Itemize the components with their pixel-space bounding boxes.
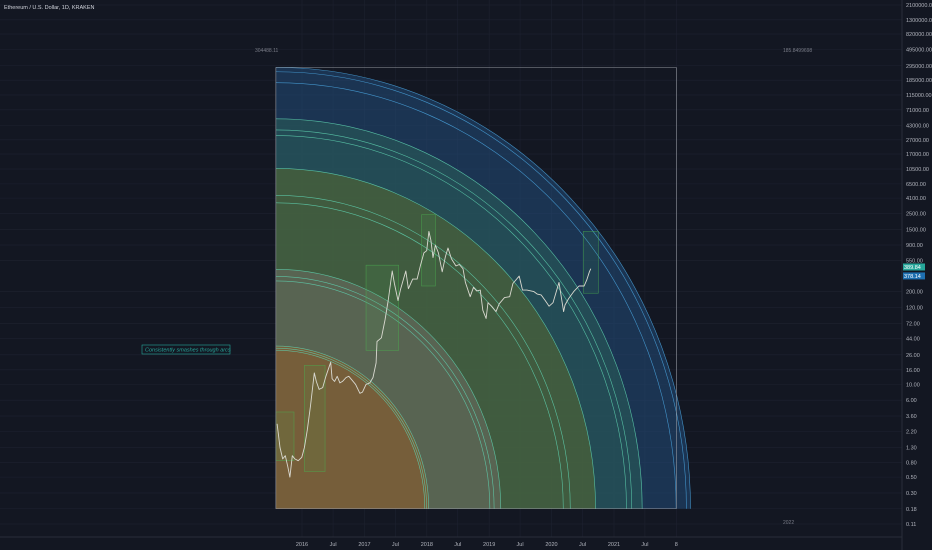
y-tick-label: 295000.00	[906, 64, 932, 70]
x-tick-label: 2017	[358, 542, 370, 548]
y-tick-label: 44.00	[906, 337, 920, 343]
y-tick-label: 0.18	[906, 507, 917, 513]
chart-title: Ethereum / U.S. Dollar, 1D, KRAKEN	[4, 5, 95, 11]
x-tick-label: 2018	[421, 542, 433, 548]
y-tick-label: 72.00	[906, 321, 920, 327]
y-tick-label: 1300000.00	[906, 18, 932, 24]
y-tick-label: 0.80	[906, 461, 917, 467]
x-tick-label: 2020	[545, 542, 557, 548]
y-tick-label: 10.00	[906, 382, 920, 388]
y-tick-label: 0.30	[906, 491, 917, 497]
x-tick-label: Jul	[330, 542, 337, 548]
y-tick-label: 10500.00	[906, 167, 929, 173]
y-tick-label: 115000.00	[906, 93, 932, 99]
y-tick-label: 550.00	[906, 258, 923, 264]
highlight-box	[421, 214, 436, 287]
annotation-text: Consistently smashes through arcs	[145, 348, 231, 354]
y-tick-label: 200.00	[906, 290, 923, 296]
eth-log-chart[interactable]: 2100000.00 1300000.00 820000.00 495000.00 29…	[0, 0, 932, 550]
y-tick-label: 6.00	[906, 398, 917, 404]
y-tick-label: 27000.00	[906, 138, 929, 144]
y-tick-label: 4100.00	[906, 196, 926, 202]
y-tick-label: 1500.00	[906, 227, 926, 233]
top-left-label: 304488.11	[255, 48, 278, 54]
y-tick-label: 0.50	[906, 475, 917, 481]
y-tick-label: 26.00	[906, 353, 920, 359]
arc-bands	[275, 67, 691, 509]
top-right-label: 185.8499698	[783, 48, 812, 54]
bottom-right-label: 2022	[783, 520, 794, 526]
y-tick-label: 120.00	[906, 305, 923, 311]
y-tick-label: 71000.00	[906, 108, 929, 114]
y-tick-label: 3.60	[906, 414, 917, 420]
y-tick-label: 185000.00	[906, 78, 932, 84]
y-tick-label: 2100000.00	[906, 3, 932, 9]
x-tick-label: 2019	[483, 542, 495, 548]
y-tick-label: 17000.00	[906, 152, 929, 158]
x-tick-label: Jul	[392, 542, 399, 548]
x-tick-label: Jul	[579, 542, 586, 548]
y-tick-label: 2.20	[906, 429, 917, 435]
price-badge-label: 378.14	[904, 274, 921, 280]
x-tick-label: Jul	[517, 542, 524, 548]
y-tick-label: 1.30	[906, 446, 917, 452]
x-tick-label: 2016	[296, 542, 308, 548]
x-tick-label: Jul	[454, 542, 461, 548]
y-tick-label: 900.00	[906, 243, 923, 249]
x-axis-ticks: 2016 Jul 2017 Jul 2018 Jul 2019 Jul 2020 Jul 2021 J…	[296, 542, 678, 548]
y-tick-label: 820000.00	[906, 32, 932, 38]
highlight-box	[582, 231, 599, 294]
y-tick-label: 0.11	[906, 522, 916, 528]
price-badges: 389.84 378.14	[903, 263, 925, 280]
y-tick-label: 2500.00	[906, 211, 926, 217]
chart-root: 2100000.00 1300000.00 820000.00 495000.00 29…	[0, 0, 932, 550]
highlight-box	[304, 365, 326, 472]
y-tick-label: 495000.00	[906, 48, 932, 54]
x-tick-label: 2021	[608, 542, 620, 548]
x-tick-label: Jul	[641, 542, 648, 548]
y-tick-label: 6500.00	[906, 182, 926, 188]
price-badge-label: 389.84	[904, 265, 921, 271]
y-tick-label: 43000.00	[906, 123, 929, 129]
y-tick-label: 16.00	[906, 368, 920, 374]
x-tick-label: 8	[675, 542, 678, 548]
